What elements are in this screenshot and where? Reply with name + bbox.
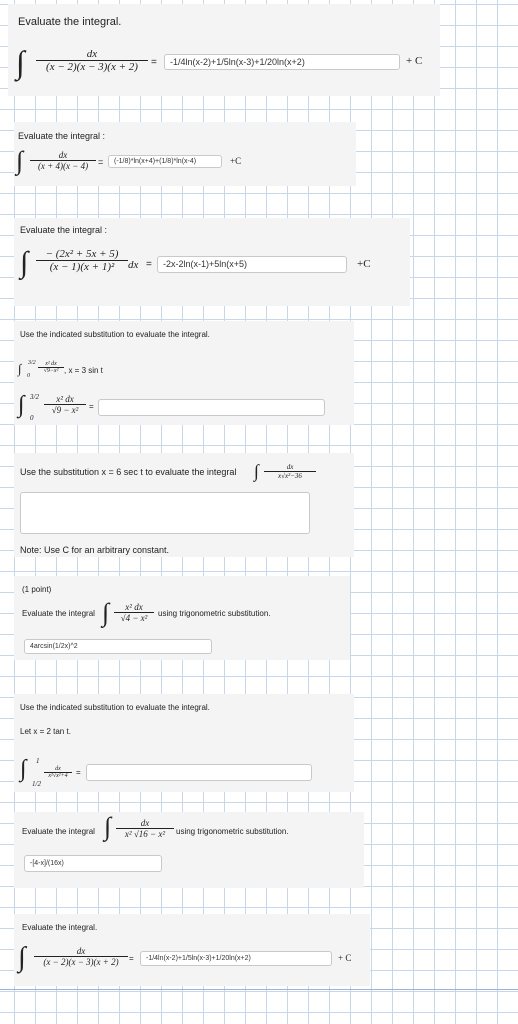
equals-sign: = [146,259,152,270]
problem-8-instruction: Evaluate the integral [22,827,95,836]
problem-8-card [14,812,364,888]
divider-line [0,989,518,990]
problem-6-suffix: using trigonometric substitution. [158,609,271,618]
plus-c-label: +C [357,258,371,270]
lower-limit: 1/2 [32,780,41,788]
fraction-numerator: x² dx [56,394,74,404]
equals-sign: = [76,768,81,777]
problem-1-fraction: dx (x − 2)(x − 3)(x + 2) [36,48,148,73]
problem-9-instruction: Evaluate the integral. [22,923,98,932]
problem-4-answer-input[interactable] [98,399,325,416]
problem-5-fraction: dx x√x²−36 [264,463,316,480]
fraction-numerator: dx [58,150,68,160]
problem-5-answer-textarea[interactable] [20,492,310,534]
problem-2-fraction: dx (x + 4)(x − 4) [30,150,96,171]
upper-limit: 3/2 [28,360,36,366]
equals-sign: = [89,402,94,411]
fraction-numerator: − (2x² + 5x + 5) [45,248,119,260]
fraction-denominator: (x − 2)(x − 3)(x + 2) [46,61,138,73]
upper-limit: 3/2 [30,393,39,401]
problem-3-fraction: − (2x² + 5x + 5) (x − 1)(x + 1)² [36,248,128,273]
integral-sign: ∫ [20,246,29,279]
problem-7-instruction: Use the indicated substitution to evalua… [20,703,210,712]
fraction-numerator: dx [140,818,150,828]
fraction-denominator: x√x²−36 [278,472,302,480]
problem-7-answer-input[interactable] [86,764,312,781]
equals-sign: = [129,954,134,963]
fraction-numerator: dx [76,946,86,956]
fraction-numerator: dx [86,48,98,60]
problem-3-answer-input[interactable]: -2x-2ln(x-1)+5ln(x+5) [157,256,347,273]
upper-limit: 1 [36,757,40,765]
problem-8-fraction: dx x² √16 − x² [116,818,174,839]
problem-9-answer-input[interactable]: -1/4ln(x-2)+1/5ln(x-3)+1/20ln(x+2) [140,951,332,966]
problem-5-note: Note: Use C for an arbitrary constant. [20,545,170,555]
problem-3-instruction: Evaluate the integral : [20,225,108,235]
integral-sign: ∫ [18,942,26,973]
problem-4-instruction: Use the indicated substitution to evalua… [20,330,210,339]
problem-6-instruction: Evaluate the integral [22,609,95,618]
plus-c-label: +C [230,156,242,166]
fraction-denominator: √9−x² [43,368,59,374]
problem-8-suffix: using trigonometric substitution. [176,827,289,836]
integral-sign: ∫ [16,146,24,175]
integral-sign: ∫ [254,461,259,481]
problem-9-fraction: dx (x − 2)(x − 3)(x + 2) [34,946,128,967]
problem-8-answer-input[interactable]: -[4-x]/(16x) [24,855,162,872]
plus-c-label: + C [406,55,423,67]
problem-7-fraction: dx x²√x²+4 [44,766,72,779]
fraction-denominator: (x + 4)(x − 4) [37,161,89,171]
fraction-denominator: x²√x²+4 [48,773,68,779]
problem-1-answer-input[interactable]: -1/4ln(x-2)+1/5ln(x-3)+1/20ln(x+2) [164,54,400,70]
fraction-denominator: (x − 2)(x − 3)(x + 2) [43,957,119,967]
problem-2-instruction: Evaluate the integral : [18,131,106,141]
fraction-denominator: (x − 1)(x + 1)² [49,261,115,273]
integral-sign: ∫ [20,756,27,782]
fraction-numerator: x² dx [125,602,143,612]
substitution-text: , x = 3 sin t [64,366,103,375]
equals-sign: = [98,157,104,167]
lower-limit: 0 [30,414,34,422]
problem-6-answer-input[interactable]: 4arcsin(1/2x)^2 [24,639,212,654]
problem-5-instruction: Use the substitution x = 6 sec t to eval… [20,467,237,477]
integral-sign: ∫ [18,361,22,376]
problem-6-points: (1 point) [22,585,52,594]
problem-7-let: Let x = 2 tan t. [20,727,71,736]
problem-4-small-fraction: x² dx √9−x² [38,361,64,374]
fraction-denominator: √4 − x² [120,613,148,623]
equals-sign: = [151,57,157,68]
integral-sign: ∫ [104,812,112,841]
problem-2-answer-input[interactable]: (-1/8)*ln(x+4)+(1/8)*ln(x-4) [108,155,222,168]
fraction-numerator: dx [286,463,294,471]
fraction-denominator: x² √16 − x² [124,829,166,839]
integral-sign: ∫ [16,44,25,80]
lower-limit: 0 [27,373,30,379]
integral-sign: ∫ [102,598,110,627]
dx-label: dx [128,259,139,271]
fraction-denominator: √9 − x² [51,405,79,415]
problem-1-instruction: Evaluate the integral. [18,16,122,28]
problem-4-fraction: x² dx √9 − x² [44,394,86,415]
integral-sign: ∫ [18,392,25,418]
problem-6-fraction: x² dx √4 − x² [114,602,154,623]
plus-c-label: + C [338,953,352,963]
